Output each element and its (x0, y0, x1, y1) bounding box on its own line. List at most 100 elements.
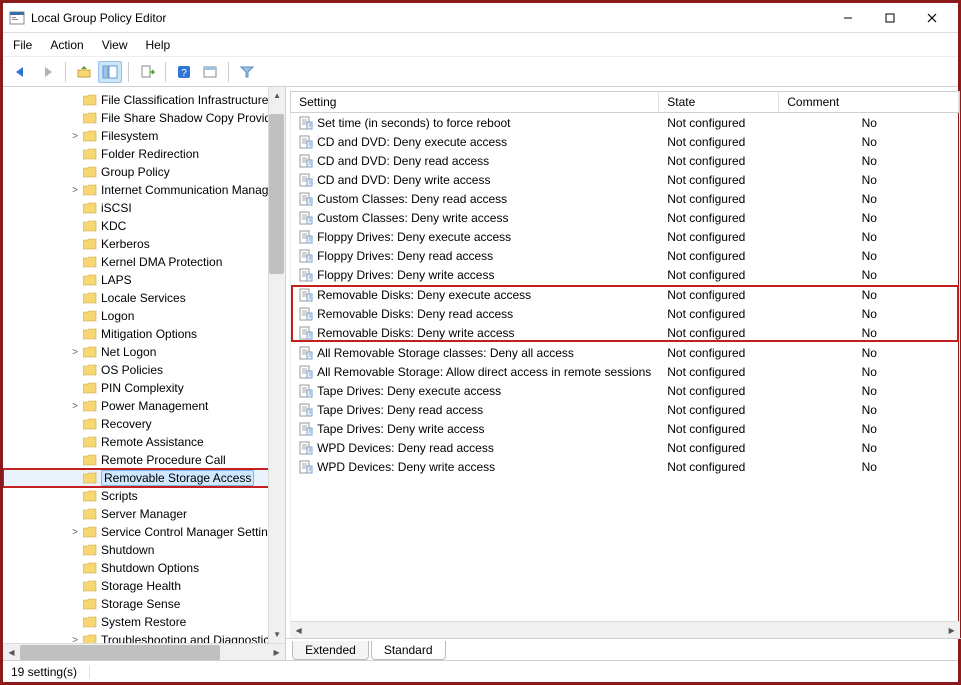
setting-name: Custom Classes: Deny write access (317, 211, 508, 225)
scroll-thumb[interactable] (269, 114, 284, 274)
maximize-button[interactable] (878, 6, 902, 30)
setting-row[interactable]: Custom Classes: Deny write accessNot con… (291, 208, 959, 227)
tree-horizontal-scrollbar[interactable]: ◀ ▶ (3, 643, 285, 660)
export-button[interactable] (135, 61, 159, 83)
tree-item[interactable]: >Filesystem (3, 127, 285, 145)
setting-row[interactable]: Floppy Drives: Deny execute accessNot co… (291, 227, 959, 246)
grid-body[interactable]: Set time (in seconds) to force rebootNot… (290, 113, 960, 621)
tree-item[interactable]: File Classification Infrastructure (3, 91, 285, 109)
tab-extended[interactable]: Extended (292, 641, 369, 660)
setting-row[interactable]: CD and DVD: Deny read accessNot configur… (291, 151, 959, 170)
menu-help[interactable]: Help (146, 38, 171, 52)
column-state[interactable]: State (659, 92, 779, 112)
tree-item[interactable]: OS Policies (3, 361, 285, 379)
scroll-thumb[interactable] (20, 645, 220, 660)
menu-view[interactable]: View (102, 38, 128, 52)
toolbar-separator (65, 62, 66, 82)
tree-item[interactable]: Kernel DMA Protection (3, 253, 285, 271)
filter-button[interactable] (235, 61, 259, 83)
tree-item[interactable]: Group Policy (3, 163, 285, 181)
view-tabs: Extended Standard (286, 638, 961, 660)
menu-action[interactable]: Action (50, 38, 83, 52)
close-button[interactable] (920, 6, 944, 30)
tree-item[interactable]: >Service Control Manager Settings (3, 523, 285, 541)
setting-row[interactable]: Tape Drives: Deny read accessNot configu… (291, 400, 959, 419)
tree-item[interactable]: Remote Assistance (3, 433, 285, 451)
tree-item[interactable]: KDC (3, 217, 285, 235)
tree-item[interactable]: Shutdown Options (3, 559, 285, 577)
properties-button[interactable] (198, 61, 222, 83)
tree-list[interactable]: File Classification InfrastructureFile S… (3, 87, 285, 643)
tree-item[interactable]: Folder Redirection (3, 145, 285, 163)
tree-item[interactable]: Storage Sense (3, 595, 285, 613)
setting-row[interactable]: WPD Devices: Deny read accessNot configu… (291, 438, 959, 457)
menu-file[interactable]: File (13, 38, 32, 52)
setting-row[interactable]: CD and DVD: Deny execute accessNot confi… (291, 132, 959, 151)
setting-row[interactable]: Tape Drives: Deny execute accessNot conf… (291, 381, 959, 400)
setting-row[interactable]: Removable Disks: Deny execute accessNot … (291, 285, 959, 304)
setting-row[interactable]: Floppy Drives: Deny write accessNot conf… (291, 265, 959, 284)
chevron-right-icon[interactable]: > (69, 401, 81, 412)
setting-row[interactable]: Floppy Drives: Deny read accessNot confi… (291, 246, 959, 265)
tree-item[interactable]: >Troubleshooting and Diagnostics (3, 631, 285, 643)
help-button[interactable]: ? (172, 61, 196, 83)
tree-item[interactable]: File Share Shadow Copy Provider (3, 109, 285, 127)
chevron-right-icon[interactable]: > (69, 347, 81, 358)
setting-row[interactable]: All Removable Storage: Allow direct acce… (291, 362, 959, 381)
back-button[interactable] (9, 61, 33, 83)
chevron-right-icon[interactable]: > (69, 527, 81, 538)
setting-row[interactable]: CD and DVD: Deny write accessNot configu… (291, 170, 959, 189)
tree-item[interactable]: iSCSI (3, 199, 285, 217)
forward-button[interactable] (35, 61, 59, 83)
tree-item-label: Logon (101, 309, 134, 323)
setting-row[interactable]: Set time (in seconds) to force rebootNot… (291, 113, 959, 132)
scroll-right-arrow[interactable]: ▶ (943, 622, 960, 638)
chevron-right-icon[interactable]: > (69, 635, 81, 644)
setting-row[interactable]: All Removable Storage classes: Deny all … (291, 343, 959, 362)
tree-item[interactable]: Kerberos (3, 235, 285, 253)
tree-item[interactable]: Recovery (3, 415, 285, 433)
column-setting[interactable]: Setting (291, 92, 659, 112)
setting-row[interactable]: Tape Drives: Deny write accessNot config… (291, 419, 959, 438)
scroll-left-arrow[interactable]: ◀ (290, 622, 307, 638)
tab-standard[interactable]: Standard (371, 641, 446, 660)
tree-item[interactable]: Server Manager (3, 505, 285, 523)
tree-item[interactable]: Shutdown (3, 541, 285, 559)
tree-item[interactable]: Logon (3, 307, 285, 325)
setting-row[interactable]: Removable Disks: Deny read accessNot con… (291, 304, 959, 323)
tree-item[interactable]: LAPS (3, 271, 285, 289)
grid-horizontal-scrollbar[interactable]: ◀ ▶ (290, 621, 960, 638)
chevron-right-icon[interactable]: > (69, 185, 81, 196)
folder-icon (83, 94, 97, 106)
tree-item[interactable]: >Internet Communication Managem (3, 181, 285, 199)
tree-item[interactable]: Remote Procedure Call (3, 451, 285, 469)
tree-item[interactable]: Removable Storage Access (3, 469, 285, 487)
folder-icon (83, 454, 97, 466)
tree-item[interactable]: System Restore (3, 613, 285, 631)
setting-comment: No (779, 116, 959, 130)
folder-icon (83, 346, 97, 358)
scroll-right-arrow[interactable]: ▶ (268, 644, 285, 660)
minimize-button[interactable] (836, 6, 860, 30)
tree-item[interactable]: Scripts (3, 487, 285, 505)
tree-item[interactable]: >Power Management (3, 397, 285, 415)
setting-row[interactable]: Custom Classes: Deny read accessNot conf… (291, 189, 959, 208)
show-tree-button[interactable] (98, 61, 122, 83)
column-comment[interactable]: Comment (779, 92, 959, 112)
tree-item[interactable]: PIN Complexity (3, 379, 285, 397)
chevron-right-icon[interactable]: > (69, 131, 81, 142)
setting-state: Not configured (659, 326, 779, 340)
scroll-down-arrow[interactable]: ▼ (269, 626, 285, 643)
up-button[interactable] (72, 61, 96, 83)
tree-item[interactable]: Storage Health (3, 577, 285, 595)
scroll-up-arrow[interactable]: ▲ (269, 87, 285, 104)
setting-row[interactable]: WPD Devices: Deny write accessNot config… (291, 457, 959, 476)
tree-vertical-scrollbar[interactable]: ▲ ▼ (268, 87, 285, 643)
tree-item[interactable]: >Net Logon (3, 343, 285, 361)
tree-item[interactable]: Locale Services (3, 289, 285, 307)
setting-name: Tape Drives: Deny execute access (317, 384, 501, 398)
scroll-left-arrow[interactable]: ◀ (3, 644, 20, 660)
window-title: Local Group Policy Editor (31, 11, 836, 25)
tree-item[interactable]: Mitigation Options (3, 325, 285, 343)
setting-row[interactable]: Removable Disks: Deny write accessNot co… (291, 323, 959, 342)
